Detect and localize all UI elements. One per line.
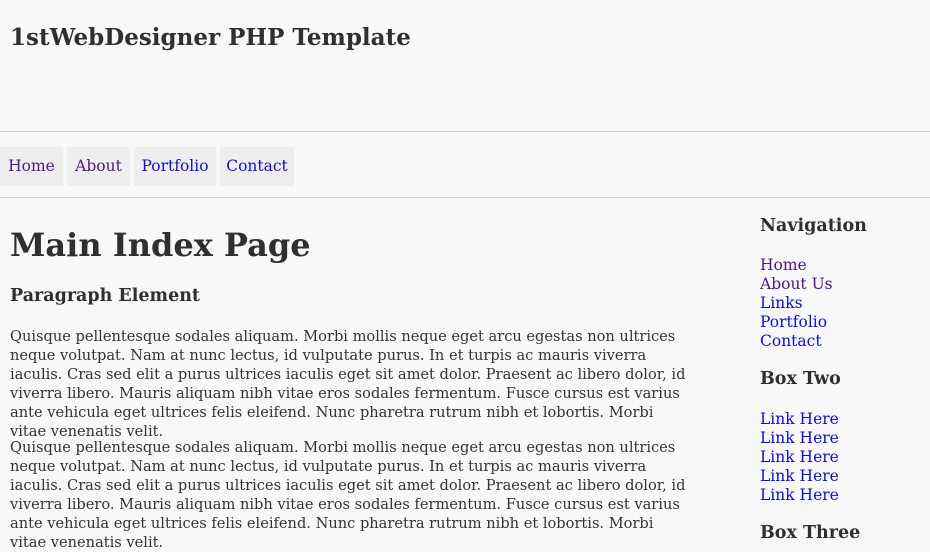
box-two-link[interactable]: Link Here — [760, 467, 839, 485]
list-item: Home — [760, 256, 833, 275]
paragraph: Quisque pellentesque sodales aliquam. Mo… — [10, 328, 686, 440]
list-item: Contact — [760, 332, 833, 351]
sidebar-navigation-list: Home About Us Links Portfolio Contact — [760, 256, 833, 351]
nav-item-portfolio[interactable]: Portfolio — [134, 147, 216, 186]
sidebar-link-home[interactable]: Home — [760, 256, 807, 274]
paragraph: Quisque pellentesque sodales aliquam. Mo… — [10, 439, 686, 551]
sidebar-link-about-us[interactable]: About Us — [760, 275, 833, 293]
list-item: Link Here — [760, 429, 839, 448]
list-item: Portfolio — [760, 313, 833, 332]
box-two-link[interactable]: Link Here — [760, 410, 839, 428]
list-item: Link Here — [760, 486, 839, 505]
main-navigation: Home About Portfolio Contact — [0, 132, 930, 198]
box-two-link[interactable]: Link Here — [760, 429, 839, 447]
site-header: 1stWebDesigner PHP Template — [0, 0, 930, 132]
list-item: Link Here — [760, 448, 839, 467]
sidebar-link-contact[interactable]: Contact — [760, 332, 822, 350]
nav-item-about[interactable]: About — [67, 147, 130, 186]
box-two-link[interactable]: Link Here — [760, 448, 839, 466]
sidebar-link-portfolio[interactable]: Portfolio — [760, 313, 827, 331]
sidebar-link-links[interactable]: Links — [760, 294, 803, 312]
site-title: 1stWebDesigner PHP Template — [10, 24, 411, 51]
sidebar-heading-navigation: Navigation — [760, 216, 867, 236]
list-item: Link Here — [760, 467, 839, 486]
sidebar-heading-box-three: Box Three — [760, 523, 861, 543]
list-item: About Us — [760, 275, 833, 294]
sidebar-heading-box-two: Box Two — [760, 369, 841, 389]
section-heading: Paragraph Element — [10, 286, 201, 306]
nav-item-contact[interactable]: Contact — [220, 147, 294, 186]
box-two-link[interactable]: Link Here — [760, 486, 839, 504]
page-title: Main Index Page — [10, 226, 311, 264]
list-item: Links — [760, 294, 833, 313]
nav-item-home[interactable]: Home — [0, 147, 63, 186]
sidebar-box-two-list: Link Here Link Here Link Here Link Here … — [760, 410, 839, 505]
list-item: Link Here — [760, 410, 839, 429]
